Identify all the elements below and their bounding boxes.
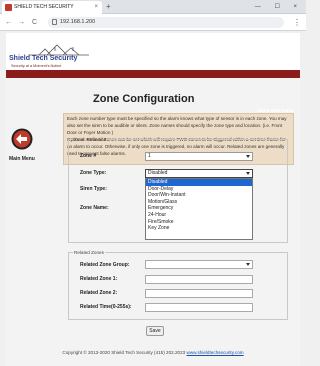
zone-type-option[interactable]: Motion/Glass bbox=[146, 199, 252, 206]
related-zones-legend: Related Zones bbox=[74, 250, 104, 255]
related-zone-2-label: Related Zone 2: bbox=[80, 290, 118, 296]
lock-icon bbox=[52, 19, 57, 25]
zone-type-option[interactable]: Door/Win-Instant bbox=[146, 192, 252, 199]
zone-type-option[interactable]: Emergency bbox=[146, 205, 252, 212]
footer-website-link[interactable]: www.shieldtechsecurity.com bbox=[187, 350, 244, 355]
zone-type-option[interactable]: Door-Delay bbox=[146, 186, 252, 193]
zone-type-label: Zone Type: bbox=[80, 170, 107, 176]
brand-tagline: Security at a Moment's Notice bbox=[11, 64, 62, 68]
chevron-down-icon bbox=[246, 263, 250, 266]
info-paragraph-1: Each zone number type must be specified … bbox=[67, 116, 287, 136]
zone-type-option[interactable]: Fire/Smoke bbox=[146, 219, 252, 226]
zone-type-option[interactable]: 24-Hour bbox=[146, 212, 252, 219]
zone-type-option[interactable]: Disabled bbox=[146, 179, 252, 186]
related-zone-2-input[interactable] bbox=[145, 289, 253, 298]
related-zone-group-label: Related Zone Group: bbox=[80, 262, 130, 268]
zone-type-select[interactable]: Disabled bbox=[145, 169, 253, 178]
chevron-down-icon bbox=[246, 172, 250, 175]
footer: Copyright © 2013-2020 Shield Tech Securi… bbox=[0, 350, 306, 355]
new-tab-icon[interactable]: + bbox=[106, 1, 111, 13]
zone-number-label: Zone # bbox=[80, 153, 97, 159]
related-time-label: Related Time(0-255s): bbox=[80, 304, 132, 310]
zone-attribution-legend: Zone Attribution bbox=[74, 137, 107, 142]
zone-number-value: 1 bbox=[148, 153, 151, 159]
page-title: Zone Configuration bbox=[93, 93, 195, 105]
window-controls[interactable]: — ☐ × bbox=[255, 1, 303, 13]
header-bar: Alarm Web Portal bbox=[6, 70, 300, 113]
related-time-input[interactable] bbox=[145, 303, 253, 312]
forward-arrow-icon[interactable]: → bbox=[18, 14, 25, 31]
shield-favicon-icon bbox=[5, 4, 12, 11]
related-zone-1-label: Related Zone 1: bbox=[80, 276, 118, 282]
zone-name-label: Zone Name: bbox=[80, 205, 109, 211]
footer-copyright: Copyright © 2013-2020 Shield Tech Securi… bbox=[62, 350, 186, 355]
browser-menu-icon[interactable]: ⋮ bbox=[293, 14, 301, 31]
siren-type-label: Siren Type: bbox=[80, 186, 107, 192]
zone-number-select[interactable]: 1 bbox=[145, 152, 253, 161]
zone-type-dropdown[interactable]: Disabled Door-Delay Door/Win-Instant Mot… bbox=[145, 178, 253, 240]
back-arrow-icon[interactable]: ← bbox=[5, 14, 12, 31]
save-button[interactable]: Save bbox=[146, 326, 164, 336]
address-bar: ← → C 192.168.1.200 ⋮ bbox=[0, 14, 306, 31]
related-zone-group-select[interactable] bbox=[145, 260, 253, 269]
tab-close-icon[interactable]: × bbox=[94, 1, 98, 14]
back-arrow-button-icon[interactable] bbox=[11, 128, 33, 150]
zone-type-value: Disabled bbox=[148, 170, 168, 176]
brand-name: Shield Tech Security bbox=[9, 55, 78, 62]
browser-tab[interactable]: SHIELD TECH SECURITY × bbox=[2, 1, 102, 14]
site-header: Shield Tech Security Security at a Momen… bbox=[6, 33, 300, 113]
url-input[interactable]: 192.168.1.200 bbox=[48, 17, 284, 28]
browser-tab-bar: SHIELD TECH SECURITY × + — ☐ × bbox=[0, 0, 306, 14]
related-zone-1-input[interactable] bbox=[145, 275, 253, 284]
reload-icon[interactable]: C bbox=[32, 14, 37, 31]
chevron-down-icon bbox=[246, 155, 250, 158]
tab-title: SHIELD TECH SECURITY bbox=[14, 4, 74, 10]
url-text: 192.168.1.200 bbox=[60, 19, 96, 25]
main-menu-label[interactable]: Main Menu bbox=[9, 156, 35, 162]
zone-type-option[interactable]: Key Zone bbox=[146, 225, 252, 232]
